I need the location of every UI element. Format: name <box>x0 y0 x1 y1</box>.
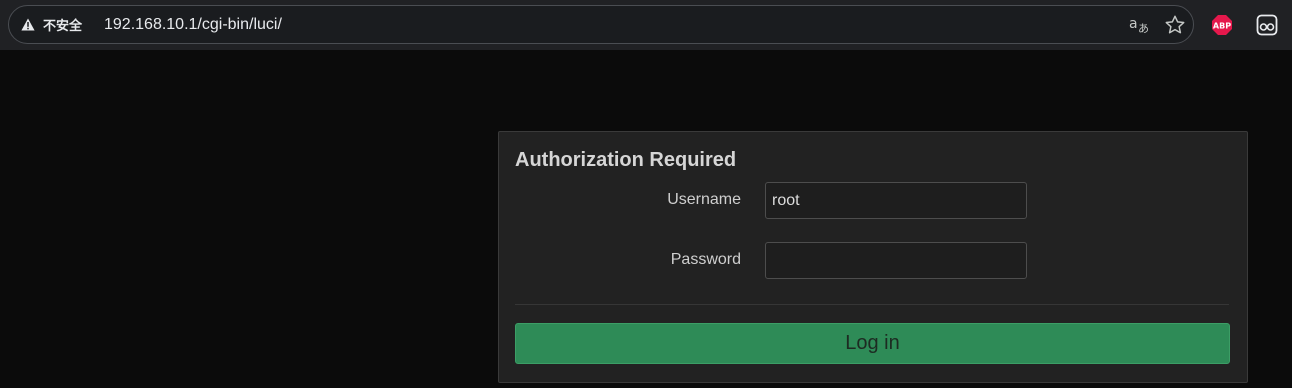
page-title: Authorization Required <box>515 149 737 171</box>
abp-label: ABP <box>1213 22 1231 31</box>
username-label: Username <box>667 191 741 208</box>
extension-icon[interactable] <box>1256 14 1278 36</box>
abp-extension-icon[interactable]: ABP <box>1211 14 1233 36</box>
login-panel: Authorization Required Username Password… <box>498 131 1248 383</box>
star-icon[interactable] <box>1164 14 1186 36</box>
address-bar[interactable]: 不安全 192.168.10.1/cgi-bin/luci/ a あ <box>8 5 1194 44</box>
username-field[interactable] <box>765 182 1027 219</box>
svg-text:a: a <box>1129 16 1138 32</box>
login-button[interactable]: Log in <box>515 323 1230 364</box>
security-indicator[interactable]: 不安全 <box>21 6 82 43</box>
security-label: 不安全 <box>43 18 83 33</box>
divider <box>515 304 1229 305</box>
translate-icon[interactable]: a あ <box>1129 14 1151 36</box>
browser-toolbar: 不安全 192.168.10.1/cgi-bin/luci/ a あ ABP <box>0 0 1292 50</box>
password-label: Password <box>670 251 741 268</box>
url-text[interactable]: 192.168.10.1/cgi-bin/luci/ <box>104 6 282 43</box>
password-field[interactable] <box>765 242 1027 279</box>
warning-triangle-icon <box>21 18 35 31</box>
svg-text:あ: あ <box>1138 22 1149 35</box>
